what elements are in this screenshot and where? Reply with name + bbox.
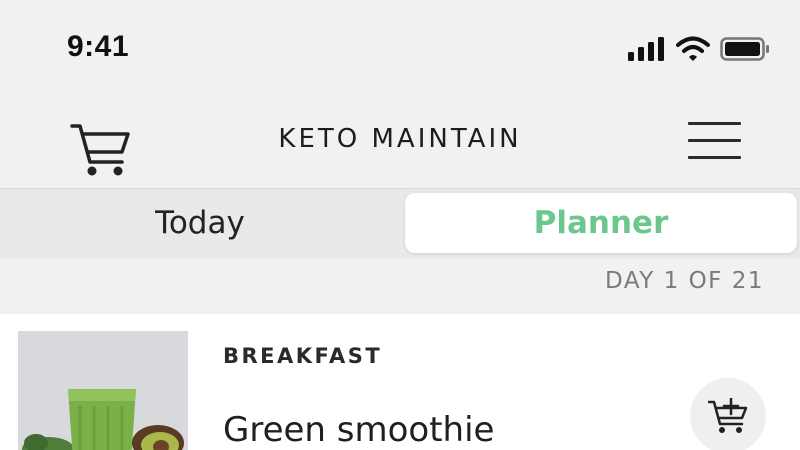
green-smoothie-photo	[18, 331, 188, 450]
day-counter: DAY 1 OF 21	[605, 268, 764, 294]
view-segmented-control: Today Planner	[0, 189, 800, 259]
status-bar: 9:41	[0, 0, 800, 100]
tab-planner[interactable]: Planner	[405, 193, 797, 253]
meal-name[interactable]: Green smoothie	[223, 410, 494, 450]
app-title: KETO MAINTAIN	[278, 124, 522, 154]
status-icons	[628, 36, 770, 62]
battery-icon	[720, 37, 769, 61]
meal-category: BREAKFAST	[223, 344, 383, 368]
menu-button[interactable]	[686, 120, 744, 162]
status-time: 9:41	[67, 30, 130, 63]
add-to-cart-button[interactable]	[690, 378, 766, 450]
cellular-signal-icon	[628, 37, 664, 61]
tab-today[interactable]: Today	[0, 193, 400, 253]
meal-image[interactable]	[18, 331, 188, 450]
wifi-icon	[676, 36, 710, 61]
app-header: KETO MAINTAIN	[0, 100, 800, 188]
add-to-cart-icon	[708, 398, 748, 433]
meal-card[interactable]: BREAKFAST Green smoothie	[0, 314, 800, 450]
